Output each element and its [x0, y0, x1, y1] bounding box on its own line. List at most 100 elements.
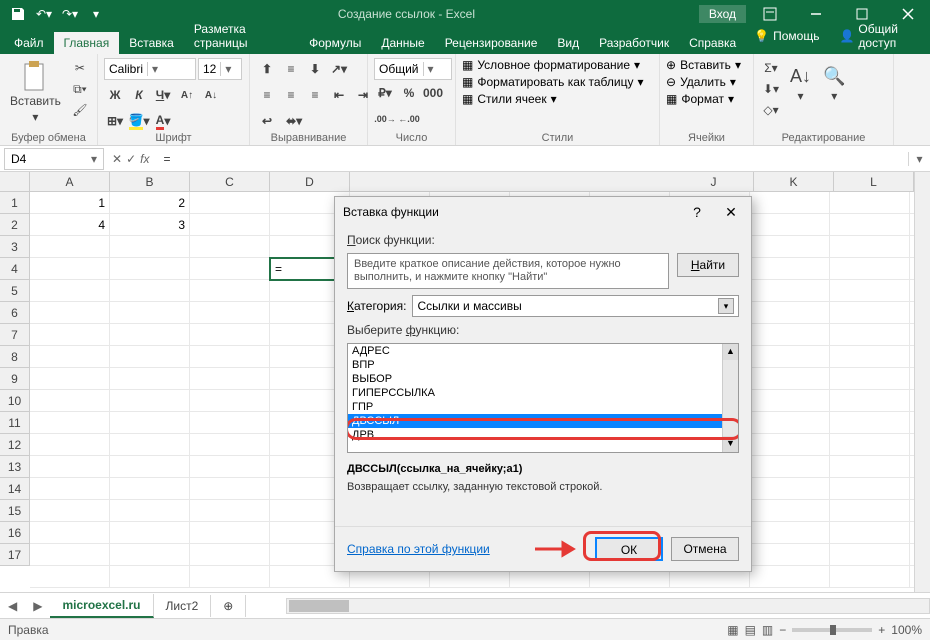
- save-icon[interactable]: [6, 2, 30, 26]
- col-b[interactable]: B: [110, 172, 190, 191]
- function-help-link[interactable]: Справка по этой функции: [347, 542, 490, 556]
- row-1[interactable]: 1: [0, 192, 30, 214]
- redo-icon[interactable]: ↷▾: [58, 2, 82, 26]
- align-right-icon[interactable]: ≡: [304, 84, 326, 106]
- align-left-icon[interactable]: ≡: [256, 84, 278, 106]
- func-item-3[interactable]: ГИПЕРССЫЛКА: [348, 386, 738, 400]
- fill-icon[interactable]: ⬇▾: [760, 79, 782, 99]
- row-2[interactable]: 2: [0, 214, 30, 236]
- number-format-combo[interactable]: Общий▾: [374, 58, 452, 80]
- tab-file[interactable]: Файл: [4, 32, 54, 54]
- decrease-font-button[interactable]: A↓: [200, 84, 222, 106]
- ok-button[interactable]: ОК: [595, 537, 663, 561]
- format-cells-button[interactable]: ▦Формат▾: [666, 92, 734, 106]
- italic-button[interactable]: К: [128, 84, 150, 106]
- tab-insert[interactable]: Вставка: [119, 32, 184, 54]
- cell-a2[interactable]: 4: [30, 214, 110, 236]
- cancel-formula-icon[interactable]: ✕: [112, 152, 122, 166]
- orientation-icon[interactable]: ↗▾: [328, 58, 350, 80]
- new-sheet-button[interactable]: ⊕: [211, 595, 246, 617]
- select-all-corner[interactable]: [0, 172, 30, 192]
- merge-button[interactable]: ⬌▾: [280, 110, 308, 132]
- cancel-button[interactable]: Отмена: [671, 537, 739, 561]
- row-8[interactable]: 8: [0, 346, 30, 368]
- copy-icon[interactable]: ⧉▾: [69, 79, 91, 99]
- expand-formula-bar-icon[interactable]: ▾: [908, 152, 930, 166]
- borders-button[interactable]: ⊞▾: [104, 110, 126, 132]
- insert-function-icon[interactable]: fx: [140, 152, 149, 166]
- sheet-tab-1[interactable]: microexcel.ru: [50, 594, 153, 618]
- vertical-scrollbar[interactable]: [914, 172, 930, 592]
- qat-customize-icon[interactable]: ▾: [84, 2, 108, 26]
- row-3[interactable]: 3: [0, 236, 30, 258]
- tab-help[interactable]: Справка: [679, 32, 746, 54]
- indent-dec-icon[interactable]: ⇤: [328, 84, 350, 106]
- paste-button[interactable]: Вставить▾: [6, 58, 65, 126]
- conditional-format-button[interactable]: ▦Условное форматирование▾: [462, 58, 640, 72]
- wrap-text-button[interactable]: ↩: [256, 110, 278, 132]
- dialog-close-button[interactable]: ✕: [719, 200, 743, 224]
- row-6[interactable]: 6: [0, 302, 30, 324]
- row-11[interactable]: 11: [0, 412, 30, 434]
- search-function-input[interactable]: Введите краткое описание действия, котор…: [347, 253, 669, 289]
- insert-cells-button[interactable]: ⊕Вставить▾: [666, 58, 741, 72]
- row-13[interactable]: 13: [0, 456, 30, 478]
- tab-formulas[interactable]: Формулы: [299, 32, 371, 54]
- delete-cells-button[interactable]: ⊖Удалить▾: [666, 75, 736, 89]
- row-15[interactable]: 15: [0, 500, 30, 522]
- tab-developer[interactable]: Разработчик: [589, 32, 679, 54]
- func-item-2[interactable]: ВЫБОР: [348, 372, 738, 386]
- autosum-icon[interactable]: Σ▾: [760, 58, 782, 78]
- cell-b2[interactable]: 3: [110, 214, 190, 236]
- comma-button[interactable]: 000: [422, 82, 444, 104]
- login-button[interactable]: Вход: [699, 5, 746, 23]
- decrease-decimal-button[interactable]: ←.00: [398, 108, 420, 130]
- clear-icon[interactable]: ◇▾: [760, 100, 782, 120]
- sort-filter-button[interactable]: A↓▾: [786, 58, 815, 105]
- confirm-formula-icon[interactable]: ✓: [126, 152, 136, 166]
- cell-b1[interactable]: 2: [110, 192, 190, 214]
- align-bottom-icon[interactable]: ⬇: [304, 58, 326, 80]
- func-item-1[interactable]: ВПР: [348, 358, 738, 372]
- dialog-help-icon[interactable]: ?: [685, 200, 709, 224]
- cell-styles-button[interactable]: ▦Стили ячеек▾: [462, 92, 557, 106]
- row-5[interactable]: 5: [0, 280, 30, 302]
- increase-font-button[interactable]: A↑: [176, 84, 198, 106]
- col-k[interactable]: K: [754, 172, 834, 191]
- tab-data[interactable]: Данные: [371, 32, 434, 54]
- row-7[interactable]: 7: [0, 324, 30, 346]
- align-center-icon[interactable]: ≡: [280, 84, 302, 106]
- font-color-button[interactable]: A▾: [152, 110, 174, 132]
- tab-view[interactable]: Вид: [547, 32, 589, 54]
- sheet-nav-next-icon[interactable]: ▶: [25, 599, 50, 613]
- underline-button[interactable]: Ч▾: [152, 84, 174, 106]
- percent-button[interactable]: %: [398, 82, 420, 104]
- function-list-scrollbar[interactable]: ▲ ▼: [722, 344, 738, 452]
- formula-bar[interactable]: =: [157, 152, 908, 166]
- find-select-button[interactable]: 🔍▾: [819, 58, 849, 105]
- horizontal-scrollbar[interactable]: [286, 598, 930, 614]
- tell-me-button[interactable]: 💡Помощь: [746, 25, 827, 47]
- row-16[interactable]: 16: [0, 522, 30, 544]
- tab-pagelayout[interactable]: Разметка страницы: [184, 18, 299, 54]
- col-c[interactable]: C: [190, 172, 270, 191]
- align-middle-icon[interactable]: ≡: [280, 58, 302, 80]
- currency-button[interactable]: ₽▾: [374, 82, 396, 104]
- cell-a1[interactable]: 1: [30, 192, 110, 214]
- func-item-6[interactable]: ДРВ: [348, 428, 738, 442]
- row-12[interactable]: 12: [0, 434, 30, 456]
- row-9[interactable]: 9: [0, 368, 30, 390]
- row-17[interactable]: 17: [0, 544, 30, 566]
- sheet-nav-prev-icon[interactable]: ◀: [0, 599, 25, 613]
- increase-decimal-button[interactable]: .00→: [374, 108, 396, 130]
- cut-icon[interactable]: ✂: [69, 58, 91, 78]
- tab-review[interactable]: Рецензирование: [435, 32, 548, 54]
- row-4[interactable]: 4: [0, 258, 30, 280]
- name-box[interactable]: D4▾: [4, 148, 104, 170]
- func-item-selected[interactable]: ДВССЫЛ: [348, 414, 738, 428]
- category-combo[interactable]: Ссылки и массивы▾: [412, 295, 739, 317]
- tab-home[interactable]: Главная: [54, 32, 120, 54]
- func-item-0[interactable]: АДРЕС: [348, 344, 738, 358]
- share-button[interactable]: 👤Общий доступ: [831, 18, 922, 54]
- col-a[interactable]: A: [30, 172, 110, 191]
